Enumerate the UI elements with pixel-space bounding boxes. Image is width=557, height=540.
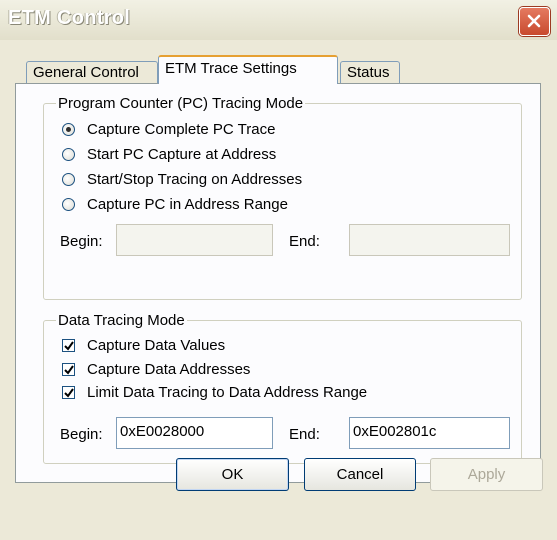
- radio-label: Capture PC in Address Range: [87, 196, 288, 213]
- radio-label: Capture Complete PC Trace: [87, 121, 276, 138]
- radio-start-pc-capture[interactable]: Start PC Capture at Address: [62, 146, 276, 163]
- radio-button[interactable]: [62, 173, 75, 186]
- close-button[interactable]: [519, 7, 550, 36]
- radio-capture-pc-range[interactable]: Capture PC in Address Range: [62, 196, 288, 213]
- check-limit-data-tracing[interactable]: Limit Data Tracing to Data Address Range: [62, 384, 367, 401]
- checkmark-icon: [64, 365, 74, 375]
- pc-end-label: End:: [289, 233, 320, 250]
- radio-capture-complete-pc[interactable]: Capture Complete PC Trace: [62, 121, 275, 138]
- pc-tracing-legend: Program Counter (PC) Tracing Mode: [58, 95, 304, 112]
- data-begin-label: Begin:: [60, 426, 103, 443]
- checkbox[interactable]: [62, 386, 75, 399]
- title-bar: ETM Control: [0, 0, 557, 40]
- tab-label: General Control: [33, 64, 139, 81]
- cancel-button[interactable]: Cancel: [304, 458, 416, 491]
- radio-button[interactable]: [62, 123, 75, 136]
- window-title: ETM Control: [8, 7, 131, 29]
- tab-label: Status: [347, 64, 390, 81]
- data-end-label: End:: [289, 426, 320, 443]
- close-icon: [527, 14, 541, 28]
- pc-begin-input[interactable]: [116, 224, 273, 256]
- tab-status[interactable]: Status: [340, 61, 400, 84]
- checkbox-label: Capture Data Addresses: [87, 361, 251, 378]
- radio-label: Start PC Capture at Address: [87, 146, 277, 163]
- checkmark-icon: [64, 388, 74, 398]
- radio-button[interactable]: [62, 198, 75, 211]
- apply-button[interactable]: Apply: [430, 458, 543, 491]
- pc-begin-label: Begin:: [60, 233, 103, 250]
- ok-button[interactable]: OK: [176, 458, 289, 491]
- radio-label: Start/Stop Tracing on Addresses: [87, 171, 303, 188]
- radio-button[interactable]: [62, 148, 75, 161]
- checkbox[interactable]: [62, 339, 75, 352]
- checkbox-label: Capture Data Values: [87, 337, 226, 354]
- data-end-input[interactable]: 0xE002801c: [349, 417, 510, 449]
- data-begin-input[interactable]: 0xE0028000: [116, 417, 273, 449]
- checkbox[interactable]: [62, 363, 75, 376]
- checkmark-icon: [64, 341, 74, 351]
- radio-start-stop-tracing[interactable]: Start/Stop Tracing on Addresses: [62, 171, 302, 188]
- pc-end-input[interactable]: [349, 224, 510, 256]
- check-capture-data-values[interactable]: Capture Data Values: [62, 337, 225, 354]
- tab-etm-trace-settings[interactable]: ETM Trace Settings: [158, 55, 338, 84]
- checkbox-label: Limit Data Tracing to Data Address Range: [87, 384, 368, 401]
- tab-general-control[interactable]: General Control: [26, 61, 158, 84]
- tab-label: ETM Trace Settings: [165, 60, 297, 77]
- data-tracing-legend: Data Tracing Mode: [58, 312, 185, 329]
- check-capture-data-addresses[interactable]: Capture Data Addresses: [62, 361, 250, 378]
